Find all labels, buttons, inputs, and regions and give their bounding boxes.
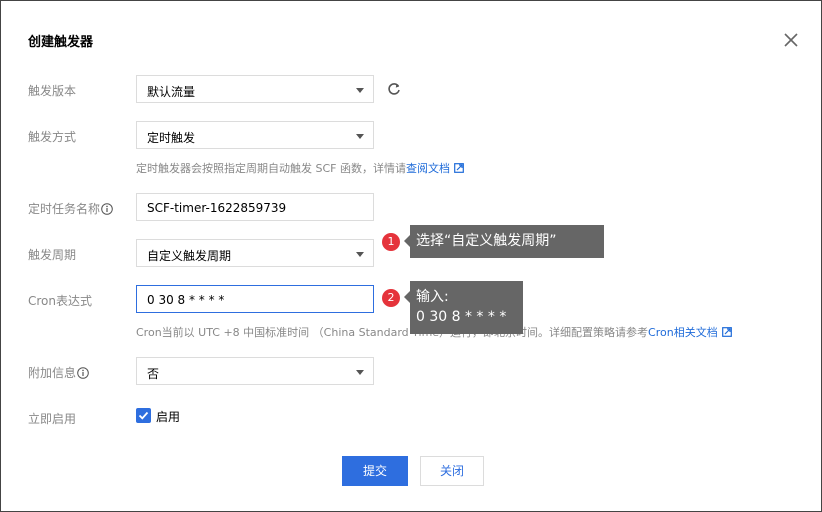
annotation-badge-1: 1 xyxy=(382,233,400,251)
enable-label: 立即启用 xyxy=(28,412,77,426)
cron-docs-link[interactable]: Cron相关文档 xyxy=(648,326,718,339)
info-icon[interactable] xyxy=(101,203,113,215)
cron-value: 0 30 8 * * * * xyxy=(147,293,225,307)
cron-label: Cron表达式 xyxy=(28,294,92,308)
chevron-down-icon xyxy=(356,252,364,257)
create-trigger-dialog: 创建触发器 触发版本 默认流量 触发方式 定时触发 定时触发器会按照指定周期自动… xyxy=(0,0,822,512)
enable-checkbox[interactable] xyxy=(136,408,151,423)
enable-checkbox-label[interactable]: 启用 xyxy=(156,408,180,425)
submit-button[interactable]: 提交 xyxy=(342,456,408,486)
period-label: 触发周期 xyxy=(28,248,77,262)
docs-link[interactable]: 查阅文档 xyxy=(406,162,450,175)
extra-label: 附加信息 xyxy=(28,364,89,381)
annotation-callout-1: 选择“自定义触发周期” xyxy=(404,225,604,258)
version-select[interactable]: 默认流量 xyxy=(136,75,374,103)
annotation-callout-2: 输入: 0 30 8 * * * * xyxy=(404,281,523,334)
extra-value: 否 xyxy=(147,367,160,381)
extra-label-text: 附加信息 xyxy=(28,366,77,380)
chevron-down-icon xyxy=(356,88,364,93)
close-icon[interactable] xyxy=(781,30,801,50)
checkmark-icon xyxy=(138,411,149,420)
close-button[interactable]: 关闭 xyxy=(420,456,484,486)
method-hint: 定时触发器会按照指定周期自动触发 SCF 函数，详情请查阅文档 xyxy=(136,160,464,176)
chevron-down-icon xyxy=(356,370,364,375)
dialog-title: 创建触发器 xyxy=(28,35,94,50)
task-name-label: 定时任务名称 xyxy=(28,200,113,217)
method-hint-text: 定时触发器会按照指定周期自动触发 SCF 函数，详情请 xyxy=(136,162,406,175)
external-link-icon[interactable] xyxy=(454,163,464,173)
task-name-input[interactable]: SCF-timer-1622859739 xyxy=(136,193,374,221)
task-name-label-text: 定时任务名称 xyxy=(28,202,101,216)
cron-input[interactable]: 0 30 8 * * * * xyxy=(136,285,374,313)
refresh-icon[interactable] xyxy=(386,81,402,97)
task-name-value: SCF-timer-1622859739 xyxy=(147,201,287,215)
version-value: 默认流量 xyxy=(147,85,196,99)
cron-hint-text: Cron当前以 UTC +8 中国标准时间 （China Standard Ti… xyxy=(136,326,649,339)
annotation-badge-2: 2 xyxy=(382,289,400,307)
method-select[interactable]: 定时触发 xyxy=(136,121,374,149)
annotation-2-line-1: 输入: xyxy=(416,289,449,305)
chevron-down-icon xyxy=(356,134,364,139)
annotation-1-line: 选择“自定义触发周期” xyxy=(416,233,557,249)
method-value: 定时触发 xyxy=(147,131,196,145)
annotation-2-line-2: 0 30 8 * * * * xyxy=(416,309,507,325)
period-select[interactable]: 自定义触发周期 xyxy=(136,239,374,267)
external-link-icon[interactable] xyxy=(721,327,732,337)
extra-select[interactable]: 否 xyxy=(136,357,374,385)
info-icon[interactable] xyxy=(77,367,89,379)
method-label: 触发方式 xyxy=(28,130,77,144)
version-label: 触发版本 xyxy=(28,84,77,98)
period-value: 自定义触发周期 xyxy=(147,249,232,263)
